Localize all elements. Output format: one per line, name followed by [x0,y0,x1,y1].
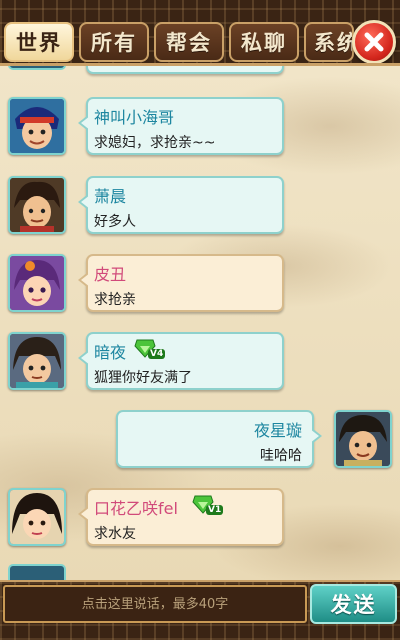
send-button[interactable]: 发送 [310,584,397,624]
chat-bubble: 萧晨 好多人 [78,176,284,234]
sender-name[interactable]: 神叫小海哥 [94,104,174,128]
avatar-kouhua[interactable] [8,488,66,546]
avatar-anye[interactable] [8,332,66,390]
chat-bubble-partial [86,66,284,74]
message-text: 求媳妇，求抢亲~~ [94,135,216,151]
avatar-portrait-icon [10,490,64,544]
tab-world[interactable]: 世界 [4,22,74,62]
chat-bubble: 口花乙咲fel V1 求水友 [78,488,284,546]
close-button[interactable] [352,20,396,63]
tab-all[interactable]: 所有 [79,22,149,62]
avatar-partial [8,66,66,70]
chat-bubble: 神叫小海哥 求媳妇，求抢亲~~ [78,97,284,155]
message-text: 好多人 [94,214,136,230]
chat-message-list[interactable]: 神叫小海哥 求媳妇，求抢亲~~ 萧晨 好多人 皮丑 求抢亲 暗夜 V4 狐狸你好… [0,66,400,580]
sender-name[interactable]: 暗夜 [94,339,126,363]
avatar-partial [8,564,66,580]
avatar-portrait-icon [10,178,64,232]
tab-guild[interactable]: 帮会 [154,22,224,62]
chat-input-field[interactable] [3,585,307,623]
message-text: 狐狸你好友满了 [94,370,192,386]
vip-level-badge: V4 [148,349,166,359]
sender-name[interactable]: 皮丑 [94,261,126,285]
avatar-shenjiao[interactable] [8,97,66,155]
message-text: 哇哈哈 [260,448,302,464]
avatar-yexingxuan[interactable] [334,410,392,468]
avatar-portrait-icon [336,412,390,466]
channel-tab-bar: 世界 所有 帮会 私聊 系统 [0,0,400,66]
avatar-portrait-icon [10,334,64,388]
chat-bubble: 暗夜 V4 狐狸你好友满了 [78,332,284,390]
avatar-portrait-icon [10,99,64,153]
chat-bubble: 皮丑 求抢亲 [78,254,284,312]
chat-bubble-own: 夜星璇 哇哈哈 [116,410,322,468]
avatar-pichou[interactable] [8,254,66,312]
sender-name[interactable]: 萧晨 [94,183,126,207]
chat-input-bar: 发送 [0,580,400,640]
sender-name[interactable]: 夜星璇 [254,417,302,441]
avatar-portrait-icon [10,256,64,310]
avatar-xiaochen[interactable] [8,176,66,234]
message-text: 求水友 [94,526,136,542]
tab-private[interactable]: 私聊 [229,22,299,62]
close-icon [364,32,384,52]
message-text: 求抢亲 [94,292,136,308]
sender-name[interactable]: 口花乙咲fel [94,495,178,519]
tab-system[interactable]: 系统 [304,22,354,62]
vip-level-badge: V1 [206,505,224,515]
